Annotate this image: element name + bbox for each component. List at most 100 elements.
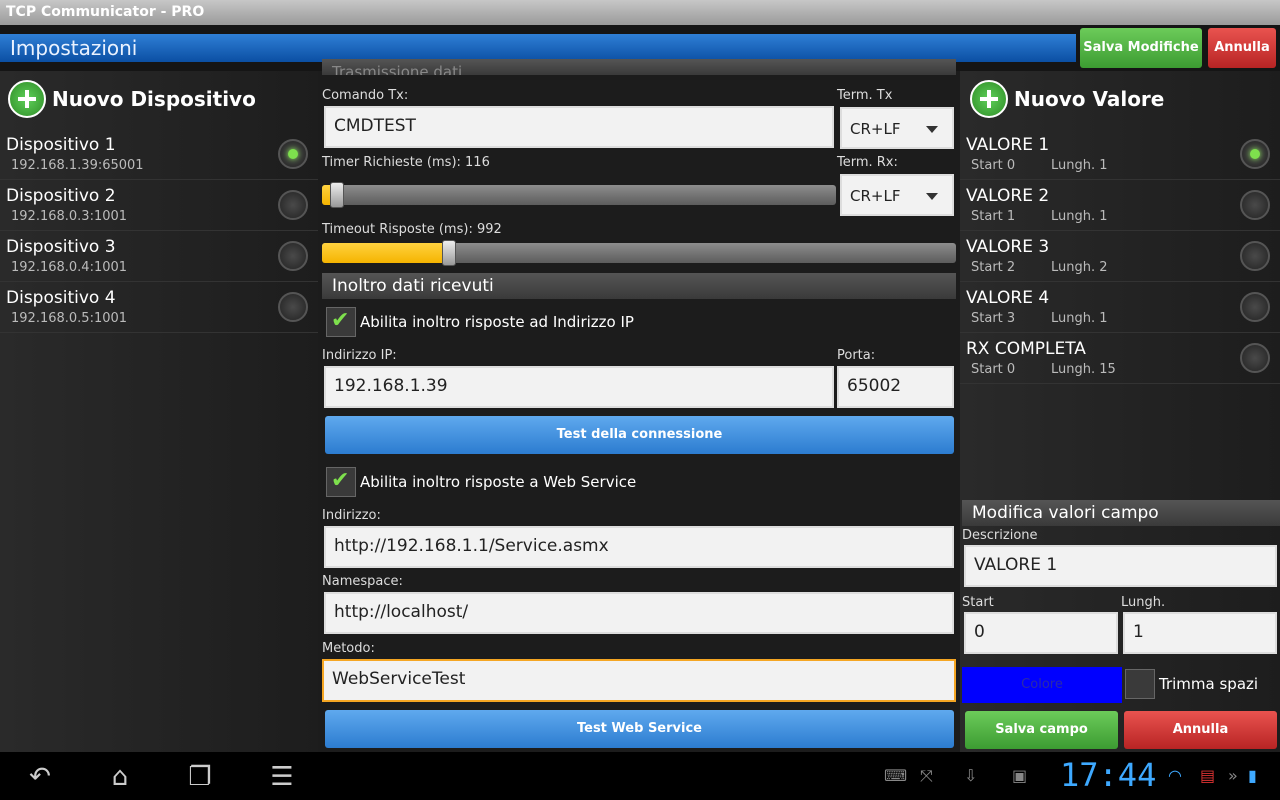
device-name: Dispositivo 2 (6, 186, 116, 206)
image-icon: ▣ (1012, 766, 1028, 785)
value-radio[interactable] (1240, 139, 1270, 169)
download-icon: ⇩ (964, 766, 978, 785)
add-device-button[interactable]: Nuovo Dispositivo (8, 79, 256, 119)
timeout-slider-thumb[interactable] (442, 240, 456, 266)
value-meta: Start 0 Lungh. 1 (966, 158, 1280, 173)
window-title: TCP Communicator - PRO (0, 0, 1280, 25)
port-input[interactable]: 65002 (837, 366, 954, 408)
device-name: Dispositivo 4 (6, 288, 116, 308)
value-meta: Start 1 Lungh. 1 (966, 209, 1280, 224)
device-radio[interactable] (278, 190, 308, 220)
enable-ip-checkbox[interactable] (326, 307, 356, 337)
add-icon (8, 80, 46, 118)
value-item[interactable]: VALORE 1 Start 0 Lungh. 1 (960, 129, 1280, 180)
fullscreen-icon: ⤧ (920, 766, 933, 785)
description-label: Descrizione (962, 528, 1038, 543)
timeout-label: Timeout Risposte (ms): 992 (322, 222, 502, 237)
device-radio[interactable] (278, 139, 308, 169)
term-rx-select[interactable]: CR+LF (840, 174, 954, 216)
device-item[interactable]: Dispositivo 2 192.168.0.3:1001 (0, 180, 318, 231)
test-web-service-button[interactable]: Test Web Service (325, 710, 954, 748)
value-start: Start 1 (971, 209, 1016, 224)
value-name: VALORE 1 (966, 135, 1050, 155)
command-label: Comando Tx: (322, 88, 409, 103)
ip-input[interactable]: 192.168.1.39 (324, 366, 834, 408)
color-button[interactable]: Colore (962, 667, 1122, 703)
value-item[interactable]: VALORE 4 Start 3 Lungh. 1 (960, 282, 1280, 333)
value-start: Start 0 (971, 158, 1016, 173)
value-list: VALORE 1 Start 0 Lungh. 1 VALORE 2 Start 1 Lu… (960, 129, 1280, 384)
timeout-slider[interactable] (322, 240, 956, 266)
length-label: Lungh. (1121, 595, 1166, 610)
test-connection-button[interactable]: Test della connessione (325, 416, 954, 454)
length-input[interactable]: 1 (1123, 612, 1277, 654)
value-item[interactable]: VALORE 3 Start 2 Lungh. 2 (960, 231, 1280, 282)
term-tx-value: CR+LF (850, 120, 901, 138)
method-label: Metodo: (322, 641, 375, 656)
value-name: VALORE 4 (966, 288, 1050, 308)
save-field-button[interactable]: Salva campo (965, 711, 1118, 749)
cancel-button[interactable]: Annulla (1208, 28, 1276, 68)
save-changes-button[interactable]: Salva Modifiche (1080, 28, 1202, 68)
add-icon (970, 80, 1008, 118)
trim-checkbox-row[interactable]: Trimma spazi (1125, 669, 1258, 699)
enable-ip-label: Abilita inoltro risposte ad Indirizzo IP (360, 313, 634, 331)
cancel-field-button[interactable]: Annulla (1124, 711, 1277, 749)
device-address: 192.168.0.5:1001 (11, 311, 128, 326)
value-meta: Start 2 Lungh. 2 (966, 260, 1280, 275)
value-radio[interactable] (1240, 241, 1270, 271)
device-radio[interactable] (278, 241, 308, 271)
enable-ws-checkbox-row[interactable]: Abilita inoltro risposte a Web Service (326, 467, 636, 497)
device-item[interactable]: Dispositivo 4 192.168.0.5:1001 (0, 282, 318, 333)
enable-ip-checkbox-row[interactable]: Abilita inoltro risposte ad Indirizzo IP (326, 307, 634, 337)
value-item[interactable]: VALORE 2 Start 1 Lungh. 1 (960, 180, 1280, 231)
value-start: Start 3 (971, 311, 1016, 326)
title-strip: Impostazioni (0, 34, 1076, 62)
device-address: 192.168.1.39:65001 (11, 158, 144, 173)
value-radio[interactable] (1240, 190, 1270, 220)
value-item[interactable]: RX COMPLETA Start 0 Lungh. 15 (960, 333, 1280, 384)
trim-label: Trimma spazi (1159, 675, 1259, 693)
add-value-button[interactable]: Nuovo Valore (970, 79, 1164, 119)
method-input[interactable]: WebServiceTest (322, 659, 956, 702)
ip-label: Indirizzo IP: (322, 348, 397, 363)
home-icon[interactable]: ⌂ (100, 762, 140, 792)
back-icon[interactable]: ↶ (20, 762, 60, 792)
value-meta: Start 0 Lungh. 15 (966, 362, 1280, 377)
timer-label: Timer Richieste (ms): 116 (322, 155, 490, 170)
term-tx-select[interactable]: CR+LF (840, 107, 954, 149)
value-start: Start 2 (971, 260, 1016, 275)
menu-icon[interactable]: ☰ (262, 762, 302, 792)
description-input[interactable]: VALORE 1 (964, 545, 1277, 587)
battery-icon: ▮ (1248, 766, 1257, 785)
enable-ws-checkbox[interactable] (326, 467, 356, 497)
value-meta: Start 3 Lungh. 1 (966, 311, 1280, 326)
edit-section-header: Modifica valori campo (962, 500, 1280, 526)
timer-slider[interactable] (322, 182, 836, 208)
add-value-label: Nuovo Valore (1014, 87, 1165, 111)
device-name: Dispositivo 1 (6, 135, 116, 155)
value-length: Lungh. 1 (1051, 158, 1108, 173)
trim-checkbox[interactable] (1125, 669, 1155, 699)
value-radio[interactable] (1240, 292, 1270, 322)
system-nav-bar: ↶ ⌂ ❐ ☰ ⌨ ⤧ ⇩ ▣ 17:44 ◠ ▤ » ▮ (0, 752, 1280, 800)
device-item[interactable]: Dispositivo 1 192.168.1.39:65001 (0, 129, 318, 180)
recent-apps-icon[interactable]: ❐ (180, 762, 220, 792)
start-input[interactable]: 0 (964, 612, 1118, 654)
namespace-input[interactable]: http://localhost/ (324, 592, 954, 634)
device-radio[interactable] (278, 292, 308, 322)
dropdown-arrow-icon (926, 126, 938, 133)
command-input[interactable]: CMDTEST (324, 106, 834, 148)
notification-icon: ▤ (1200, 766, 1216, 785)
device-item[interactable]: Dispositivo 3 192.168.0.4:1001 (0, 231, 318, 282)
term-tx-label: Term. Tx (837, 88, 893, 103)
timer-slider-thumb[interactable] (330, 182, 344, 208)
page-title: Impostazioni (10, 36, 138, 60)
dropdown-arrow-icon (926, 193, 938, 200)
address-label: Indirizzo: (322, 508, 381, 523)
value-radio[interactable] (1240, 343, 1270, 373)
address-input[interactable]: http://192.168.1.1/Service.asmx (324, 526, 954, 568)
value-length: Lungh. 1 (1051, 311, 1108, 326)
device-address: 192.168.0.3:1001 (11, 209, 128, 224)
devices-panel: Nuovo Dispositivo Dispositivo 1 192.168.1… (0, 71, 318, 752)
